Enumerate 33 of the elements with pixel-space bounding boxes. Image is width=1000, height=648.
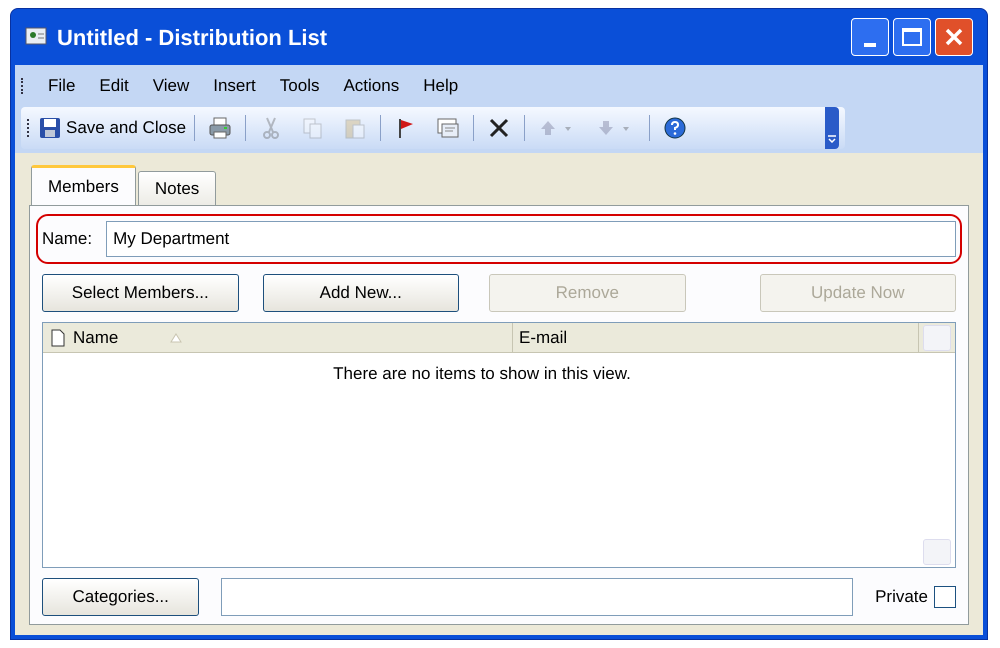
menu-item[interactable]: File [48,73,76,99]
minimize-button[interactable] [851,18,889,56]
maximize-button[interactable] [893,18,931,56]
menu-item[interactable]: Insert [213,73,256,99]
empty-list-message: There are no items to show in this view. [333,363,631,383]
tab[interactable]: Members [31,165,136,205]
menu-item[interactable]: Edit [99,73,129,99]
tab[interactable]: Notes [138,171,216,205]
menu-item[interactable]: Actions [343,73,400,99]
window-title: Untitled - Distribution List [57,24,328,52]
save-close-button[interactable]: Save and Close [38,115,186,141]
dialog-button[interactable]: Categories... [42,578,200,616]
private-label: Private [875,586,928,608]
document-icon [51,328,65,346]
dialog-button[interactable]: Add New... [262,274,459,312]
name-input-field[interactable]: My Department [106,221,956,257]
column-header[interactable]: Name [43,323,513,352]
dialog-button[interactable]: Select Members... [42,274,238,312]
help-icon [663,116,688,140]
toolbar-options-button[interactable] [825,107,839,149]
printer-icon [208,116,232,140]
chevron-down-icon [828,135,836,143]
address-card-icon [436,116,460,140]
close-button[interactable] [935,18,973,56]
close-icon [944,27,964,47]
sort-arrow-icon [170,332,182,342]
column-header[interactable]: E-mail [513,323,919,352]
name-label: Name: [42,228,92,250]
categories-input-field[interactable] [221,578,854,616]
menu-item[interactable]: Help [423,73,458,99]
menu-item[interactable]: View [152,73,190,99]
private-checkbox[interactable] [934,586,956,608]
menu-item[interactable]: Tools [280,73,320,99]
